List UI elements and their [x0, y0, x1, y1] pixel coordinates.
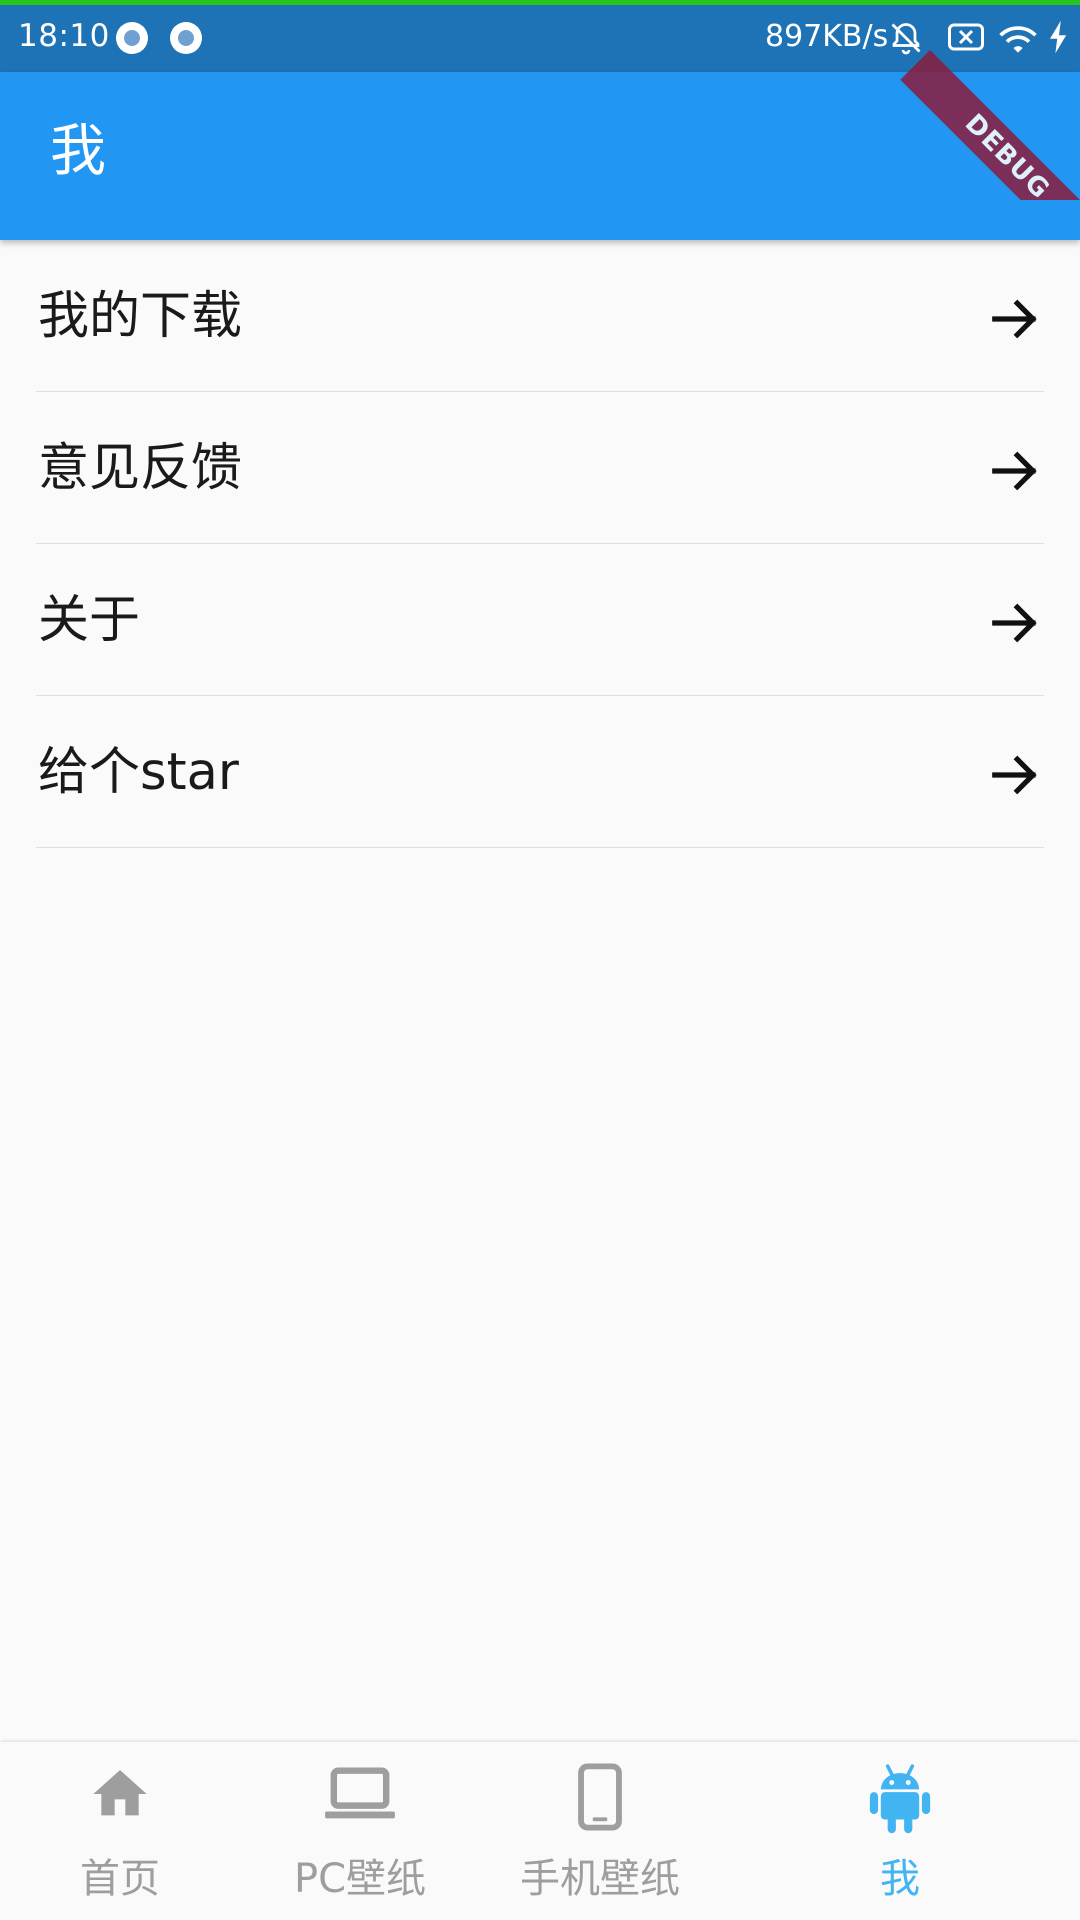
laptop-icon [325, 1767, 395, 1819]
phone-icon [578, 1763, 622, 1831]
notification-icon [170, 22, 202, 54]
tab-me[interactable]: 我 [780, 1742, 1020, 1920]
tab-label: 我 [880, 1856, 920, 1902]
tab-home[interactable]: 首页 [0, 1742, 240, 1920]
menu-item-label: 关于 [38, 591, 141, 650]
status-time: 18:10 [18, 18, 110, 54]
menu-item-about[interactable]: 关于 [36, 544, 1044, 696]
menu-item-label: 给个star [38, 743, 239, 802]
page-title: 我 [50, 119, 106, 184]
arrow-forward-icon [992, 755, 1037, 795]
notification-icon [116, 22, 148, 54]
debug-banner-label: DEBUG [900, 50, 1080, 200]
android-icon [869, 1764, 931, 1834]
tab-pc-wallpaper[interactable]: PC壁纸 [240, 1742, 480, 1920]
network-speed: 897KB/s [765, 19, 889, 54]
menu-item-star[interactable]: 给个star [36, 696, 1044, 848]
arrow-forward-icon [992, 603, 1037, 643]
debug-banner: DEBUG [880, 0, 1080, 200]
arrow-forward-icon [992, 299, 1037, 339]
menu-item-feedback[interactable]: 意见反馈 [36, 392, 1044, 544]
bottom-navigation: 首页 PC壁纸 手机壁纸 我 [0, 1742, 1080, 1920]
tab-label: 手机壁纸 [520, 1856, 680, 1902]
tab-label: PC壁纸 [293, 1856, 427, 1902]
menu-item-downloads[interactable]: 我的下载 [36, 240, 1044, 392]
home-icon [93, 1770, 147, 1816]
menu-item-label: 我的下载 [38, 287, 243, 346]
tab-phone-wallpaper[interactable]: 手机壁纸 [480, 1742, 720, 1920]
tab-label: 首页 [80, 1856, 160, 1902]
arrow-forward-icon [992, 451, 1037, 491]
settings-menu: 我的下载 意见反馈 关于 给个star [0, 240, 1080, 848]
menu-item-label: 意见反馈 [38, 439, 243, 498]
